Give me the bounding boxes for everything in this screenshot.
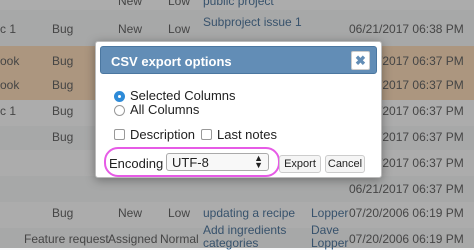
cancel-button[interactable]: Cancel	[325, 155, 365, 173]
select-arrows-icon: ▲ ▼	[254, 153, 263, 170]
description-label[interactable]: Description	[130, 127, 195, 142]
csv-export-dialog: CSV export options ✖ Selected Columns Al…	[95, 41, 382, 178]
all-columns-radio[interactable]	[114, 105, 125, 116]
description-checkbox[interactable]	[114, 129, 125, 140]
export-button[interactable]: Export	[279, 155, 321, 173]
last-notes-checkbox[interactable]	[201, 129, 212, 140]
close-icon[interactable]: ✖	[351, 51, 370, 70]
encoding-label: Encoding	[109, 156, 164, 171]
all-columns-label[interactable]: All Columns	[130, 102, 199, 117]
dialog-titlebar[interactable]: CSV export options ✖	[100, 46, 377, 74]
selected-columns-label[interactable]: Selected Columns	[130, 88, 236, 103]
dialog-title: CSV export options	[111, 54, 232, 69]
selected-columns-radio[interactable]	[114, 91, 125, 102]
encoding-select[interactable]: UTF-8 ▲ ▼	[166, 153, 269, 171]
last-notes-label[interactable]: Last notes	[217, 127, 277, 142]
encoding-value: UTF-8	[172, 155, 209, 170]
